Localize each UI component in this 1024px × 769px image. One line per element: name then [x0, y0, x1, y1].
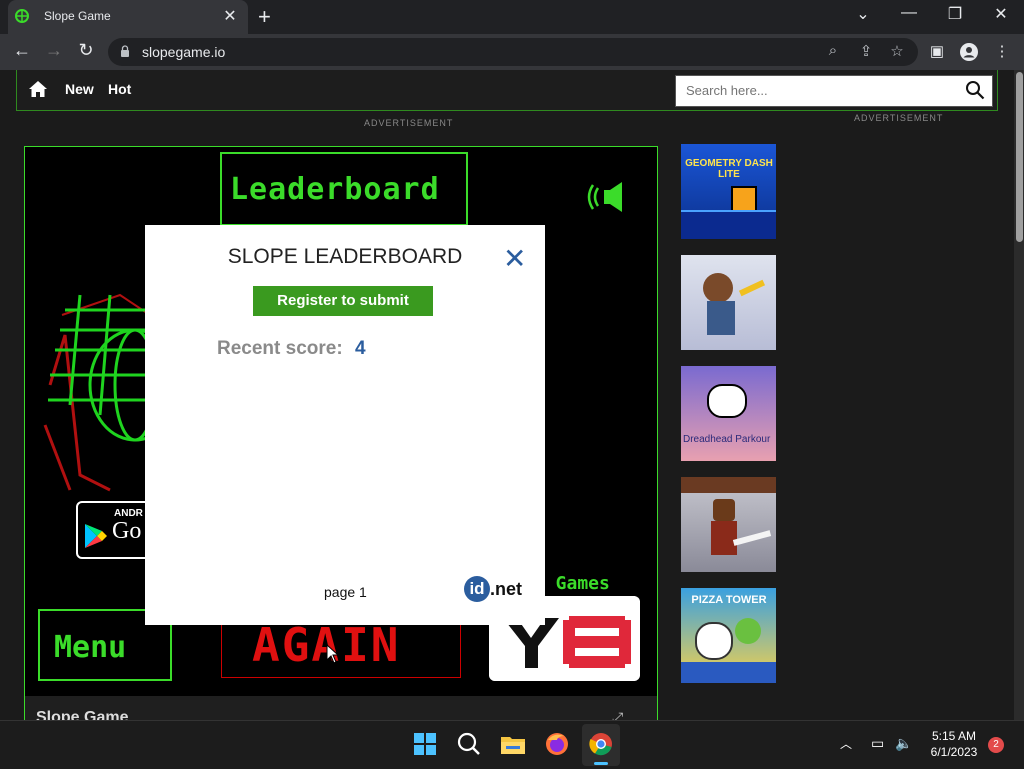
sound-icon[interactable]	[586, 180, 628, 214]
active-app-indicator	[594, 762, 608, 765]
thumb-label: GEOMETRY DASH LITE	[685, 158, 773, 180]
network-icon[interactable]: ▭	[871, 735, 884, 752]
thumb-label: PIZZA TOWER	[691, 594, 767, 606]
game-thumb-pizza-tower[interactable]: PIZZA TOWER	[681, 588, 776, 683]
game-thumb-sword[interactable]	[681, 477, 776, 572]
restore-button[interactable]: ❐	[935, 4, 975, 24]
share-icon[interactable]: ⇪	[856, 42, 876, 60]
minimize-button[interactable]: —	[889, 4, 929, 22]
idnet-logo-prefix: id	[464, 576, 490, 602]
modal-title: SLOPE LEADERBOARD	[227, 245, 463, 268]
home-icon[interactable]	[28, 80, 48, 98]
menu-kebab-icon[interactable]: ⋮	[991, 42, 1013, 60]
volume-icon[interactable]: 🔈	[895, 735, 912, 752]
game-thumb-dreadhead[interactable]: Dreadhead Parkour	[681, 366, 776, 461]
new-tab-button[interactable]: +	[258, 4, 271, 30]
recent-score-label: Recent score:	[217, 338, 343, 359]
idnet-logo[interactable]: id .net	[464, 576, 528, 604]
ground-strip	[681, 210, 776, 239]
notification-badge[interactable]: 2	[988, 737, 1004, 753]
register-to-submit-button[interactable]: Register to submit	[253, 286, 433, 316]
leaderboard-modal	[145, 225, 545, 625]
character-head	[703, 273, 733, 303]
taskbar-search-icon[interactable]	[452, 728, 486, 760]
google-play-icon	[85, 524, 107, 548]
profile-icon[interactable]	[959, 42, 979, 62]
game-thumb-geometry-dash[interactable]: GEOMETRY DASH LITE	[681, 144, 776, 239]
advertisement-label: ADVERTISEMENT	[364, 118, 454, 128]
thumb-label: Dreadhead Parkour	[683, 434, 771, 445]
more-games-label[interactable]: e Games	[534, 573, 610, 594]
side-panel-icon[interactable]: ▣	[926, 42, 948, 60]
windows-start-icon[interactable]	[408, 728, 442, 760]
cave-ceiling	[681, 477, 776, 493]
game-title: Slope Game	[36, 709, 129, 720]
lock-icon[interactable]	[120, 45, 130, 57]
page-indicator: page 1	[324, 584, 367, 600]
pizza-face	[735, 618, 761, 644]
mouse-cursor-icon	[326, 644, 340, 664]
back-icon[interactable]: ←	[10, 40, 34, 61]
tab-title: Slope Game	[44, 9, 111, 23]
tray-overflow-icon[interactable]: ︿	[840, 735, 852, 752]
game-thumb-jetpack[interactable]	[681, 255, 776, 350]
knight-head	[713, 499, 735, 521]
thumb-floor	[681, 662, 776, 683]
idnet-logo-text: .net	[490, 579, 523, 599]
forward-icon[interactable]: →	[42, 40, 66, 61]
wireframe-ball-art	[43, 293, 150, 492]
clock-date[interactable]: 6/1/2023	[925, 745, 983, 759]
reload-icon[interactable]: ↻	[74, 40, 98, 61]
search-input[interactable]	[684, 82, 948, 99]
nav-link-new[interactable]: New	[65, 81, 94, 97]
modal-close-icon[interactable]: ✕	[503, 242, 526, 275]
runner-figure	[707, 384, 747, 418]
tab-search-icon[interactable]: ⌄	[843, 4, 883, 24]
clock-time[interactable]: 5:15 AM	[930, 729, 978, 743]
zoom-search-icon[interactable]: ⌕	[823, 42, 843, 59]
sword-blade	[732, 530, 772, 546]
tab-close-icon[interactable]: ✕	[220, 6, 240, 26]
firefox-icon[interactable]	[540, 728, 574, 760]
google-play-label: Go	[112, 518, 142, 544]
file-explorer-icon[interactable]	[496, 728, 530, 760]
jetpack-flame	[738, 279, 766, 297]
bookmark-star-icon[interactable]: ☆	[887, 42, 907, 60]
knight-body	[711, 521, 737, 555]
nav-link-hot[interactable]: Hot	[108, 81, 131, 97]
cube-icon	[731, 186, 757, 212]
url-text[interactable]: slopegame.io	[142, 44, 225, 60]
sidebar-advertisement-label: ADVERTISEMENT	[854, 113, 944, 123]
recent-score-value: 4	[355, 338, 366, 359]
character-body	[707, 301, 735, 335]
close-window-button[interactable]: ✕	[981, 4, 1021, 24]
leaderboard-banner-text: Leaderboard	[230, 172, 440, 207]
chef-face	[695, 622, 733, 660]
search-icon[interactable]	[965, 80, 985, 100]
menu-button-label: Menu	[54, 630, 127, 665]
scrollbar-thumb[interactable]	[1016, 72, 1023, 242]
address-bar[interactable]	[108, 38, 918, 66]
chrome-icon[interactable]	[584, 728, 618, 760]
slope-favicon-icon	[15, 9, 29, 23]
